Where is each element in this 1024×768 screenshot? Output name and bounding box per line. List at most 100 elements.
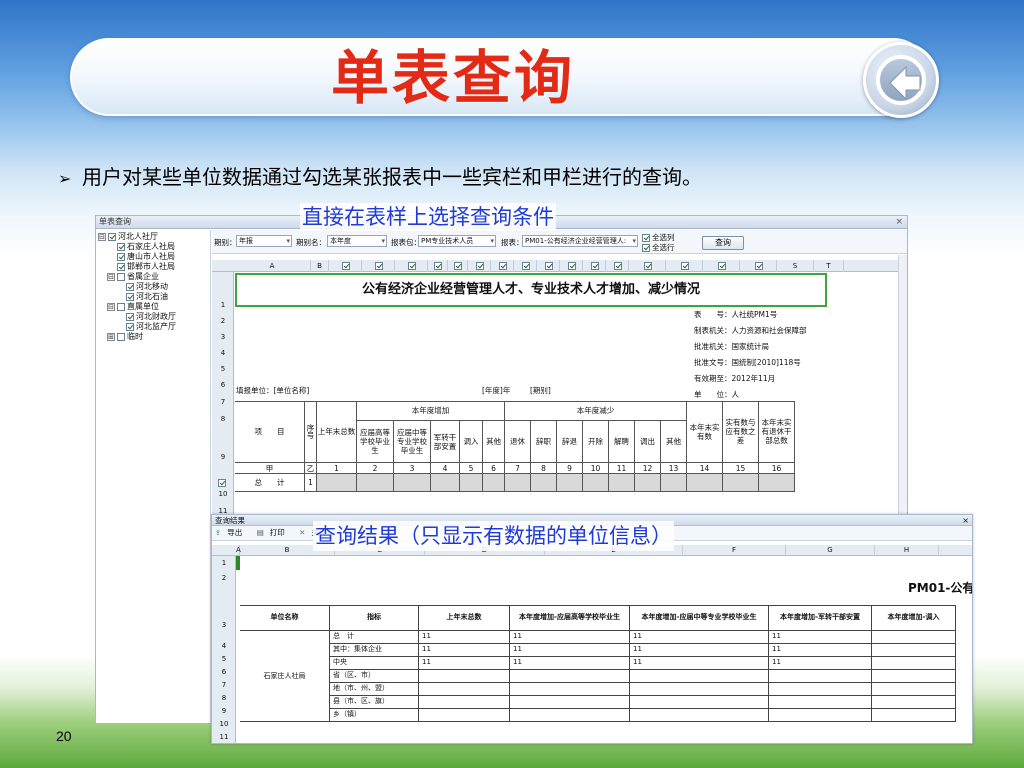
tree-checkbox[interactable] [117,333,125,341]
expand-icon[interactable]: ⊟ [107,273,115,281]
row-header[interactable]: 8 [212,415,234,423]
row-header[interactable]: 1 [212,301,234,309]
tree-item[interactable]: 邯郸市人社局 [98,262,210,272]
data-cell[interactable] [357,474,394,492]
result-row-header[interactable]: 6 [212,668,236,676]
tree-item[interactable]: 唐山市人社局 [98,252,210,262]
result-column-header[interactable]: G [786,545,875,556]
data-cell[interactable] [635,474,661,492]
result-value [872,657,956,670]
result-row-header[interactable]: 4 [212,642,236,650]
column-checkbox[interactable] [613,262,622,270]
row-header[interactable]: 3 [212,333,234,341]
column-checkbox[interactable] [407,262,416,270]
result-row-header[interactable]: 9 [212,707,236,715]
selected-cell[interactable] [236,556,240,570]
report-package-select[interactable]: PM专业技术人员 [418,235,496,247]
result-row-header[interactable]: 1 [212,559,236,567]
expand-icon[interactable]: ⊟ [107,303,115,311]
row-header[interactable]: 10 [212,490,234,498]
tree-checkbox[interactable] [117,243,125,251]
tree-checkbox[interactable] [126,293,134,301]
data-cell[interactable] [661,474,687,492]
data-cell[interactable] [557,474,583,492]
row-header[interactable]: 9 [212,453,234,461]
row-header[interactable]: 7 [212,398,234,406]
tree-item[interactable]: ⊞ 临时 [98,332,210,342]
tree-item[interactable]: 河北移动 [98,282,210,292]
column-checkbox[interactable] [590,262,599,270]
result-row-header[interactable]: 11 [212,733,236,741]
tree-checkbox[interactable] [117,273,125,281]
total-label: 总 计 [235,474,305,492]
row-header[interactable]: 4 [212,349,234,357]
column-checkbox[interactable] [717,262,726,270]
result-row-header[interactable]: 3 [212,621,236,629]
tree-item[interactable]: ⊟ 河北人社厅 [98,232,210,242]
result-column-header[interactable]: H [875,545,939,556]
data-cell[interactable] [723,474,759,492]
column-checkbox[interactable] [341,262,350,270]
data-cell[interactable] [505,474,531,492]
period-name-select[interactable]: 本年度 [327,235,387,247]
close-icon[interactable]: × [895,216,903,228]
result-row-header[interactable]: 2 [212,574,236,582]
data-cell[interactable] [759,474,795,492]
tree-checkbox[interactable] [126,313,134,321]
tree-checkbox[interactable] [108,233,116,241]
data-cell[interactable] [687,474,723,492]
data-cell[interactable] [431,474,460,492]
tree-checkbox[interactable] [117,263,125,271]
select-all-rows-checkbox[interactable]: 全选行 [642,242,675,253]
column-checkbox[interactable] [567,262,576,270]
column-checkbox[interactable] [434,262,442,270]
data-cell[interactable] [317,474,357,492]
close-icon[interactable]: × [962,515,969,526]
row-header[interactable]: 2 [212,317,234,325]
column-checkbox[interactable] [374,262,383,270]
tree-item[interactable]: ⊟ 直属单位 [98,302,210,312]
tree-item[interactable]: 石家庄人社局 [98,242,210,252]
column-checkbox[interactable] [454,262,462,270]
data-cell[interactable] [394,474,431,492]
data-cell[interactable] [531,474,557,492]
result-row-header[interactable]: 10 [212,720,236,728]
data-cell[interactable] [460,474,483,492]
export-button[interactable]: ⇪ 导出 [215,528,248,537]
result-row-header[interactable]: 7 [212,681,236,689]
row-header[interactable]: 6 [212,381,234,389]
expand-icon[interactable]: ⊟ [98,233,106,241]
result-value [872,709,956,722]
data-cell[interactable] [483,474,505,492]
tree-item[interactable]: 河北财政厅 [98,312,210,322]
result-column-header[interactable]: F [683,545,786,556]
column-checkbox[interactable] [643,262,652,270]
data-cell[interactable] [583,474,609,492]
column-checkbox[interactable] [544,262,553,270]
header-col: 调出 [635,421,661,463]
tree-checkbox[interactable] [117,303,125,311]
column-checkbox[interactable] [498,262,507,270]
period-select[interactable]: 年报 [236,235,292,247]
result-row-header[interactable]: 8 [212,694,236,702]
row-header[interactable]: 5 [212,365,234,373]
print-button[interactable]: ▤ 打印 [257,528,291,537]
column-checkbox[interactable] [754,262,763,270]
back-button[interactable] [863,42,939,118]
data-cell[interactable] [609,474,635,492]
tree-item[interactable]: ⊟ 省属企业 [98,272,210,282]
tree-checkbox[interactable] [117,253,125,261]
row-checkbox[interactable] [218,479,226,487]
tree-item[interactable]: 河北石油 [98,292,210,302]
column-checkbox[interactable] [475,262,484,270]
tree-checkbox[interactable] [126,323,134,331]
tree-item-label: 石家庄人社局 [127,242,175,251]
query-button[interactable]: 查询 [702,236,744,250]
column-checkbox[interactable] [521,262,530,270]
expand-icon[interactable]: ⊞ [107,333,115,341]
column-checkbox[interactable] [680,262,689,270]
tree-item[interactable]: 河北监产厅 [98,322,210,332]
tree-checkbox[interactable] [126,283,134,291]
report-select[interactable]: PM01-公有经济企业经营管理人: [522,235,638,247]
result-row-header[interactable]: 5 [212,655,236,663]
